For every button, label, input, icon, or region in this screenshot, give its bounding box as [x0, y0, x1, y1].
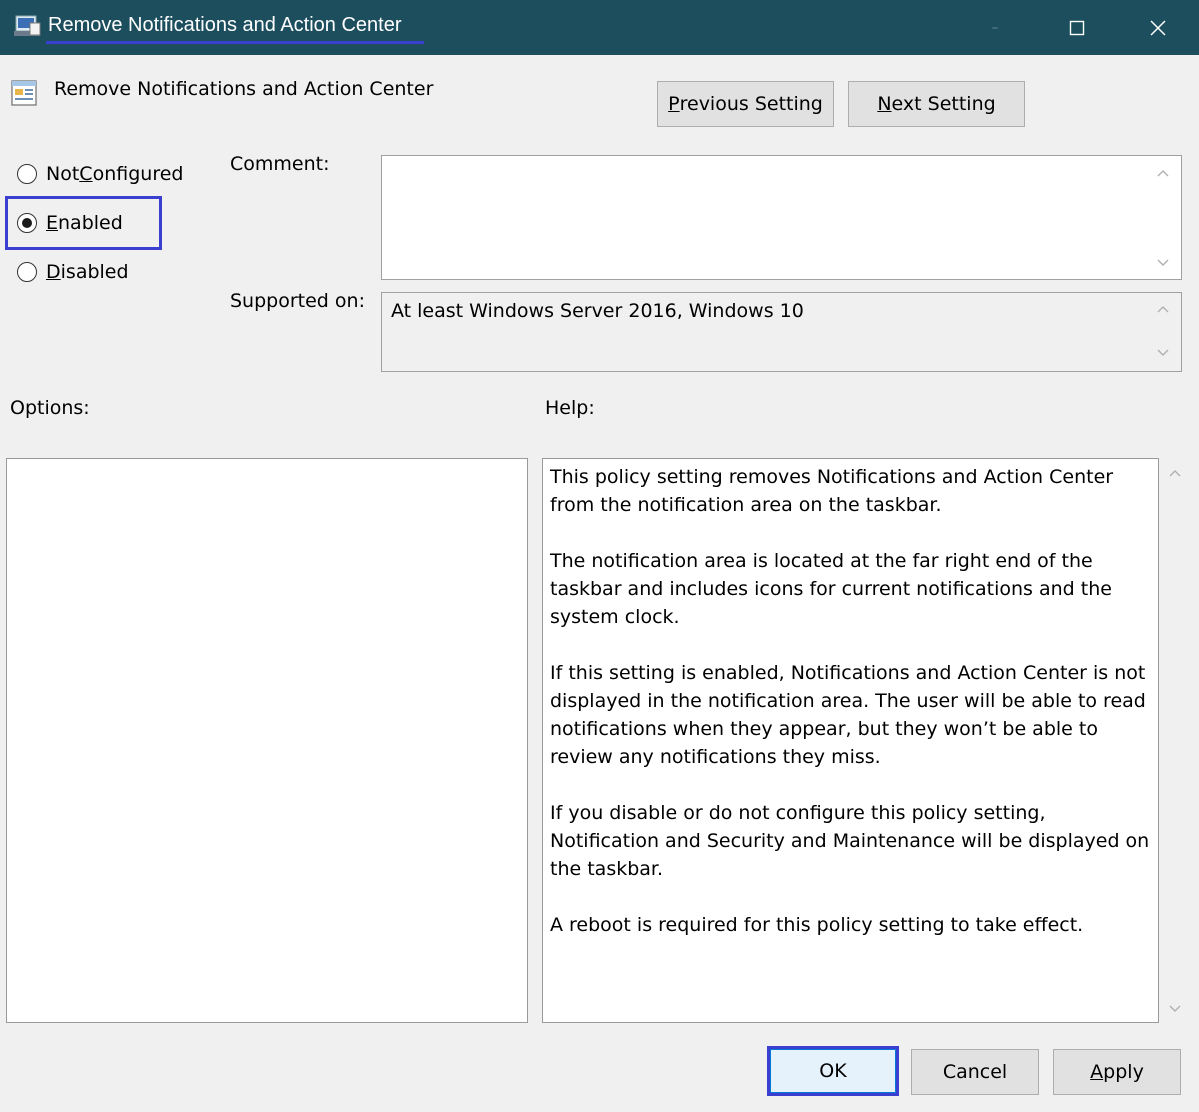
setting-name: Remove Notifications and Action Center: [54, 78, 434, 100]
comment-label: Comment:: [230, 153, 330, 175]
radio-label-rest: nabled: [58, 212, 123, 234]
previous-setting-accel: P: [668, 93, 680, 115]
group-policy-app-icon: [14, 15, 41, 36]
maximize-button[interactable]: [1037, 0, 1117, 55]
radio-circle[interactable]: [17, 213, 37, 233]
radio-accel: D: [46, 261, 61, 283]
options-panel: [6, 458, 528, 1023]
supported-on-value: At least Windows Server 2016, Windows 10: [391, 300, 804, 322]
help-paragraph: The notification area is located at the …: [550, 550, 1112, 628]
close-button[interactable]: [1118, 0, 1198, 55]
apply-accel: A: [1090, 1061, 1104, 1083]
radio-selected-dot: [22, 218, 32, 228]
help-paragraph: A reboot is required for this policy set…: [550, 914, 1084, 936]
radio-circle[interactable]: [17, 164, 37, 184]
scroll-down-icon[interactable]: [1155, 254, 1171, 270]
radio-not-configured[interactable]: Not Configured: [17, 159, 183, 189]
cancel-button[interactable]: Cancel: [911, 1049, 1039, 1095]
comment-textarea[interactable]: [381, 155, 1182, 280]
apply-button[interactable]: Apply: [1053, 1049, 1181, 1095]
minimize-button[interactable]: –: [955, 0, 1035, 55]
next-setting-button[interactable]: Next Setting: [848, 81, 1025, 127]
options-label: Options:: [10, 397, 90, 419]
help-label: Help:: [545, 397, 595, 419]
radio-label: Not: [46, 163, 80, 185]
apply-label: pply: [1103, 1061, 1144, 1083]
radio-enabled[interactable]: Enabled: [17, 208, 123, 238]
radio-circle[interactable]: [17, 262, 37, 282]
help-paragraph: This policy setting removes Notification…: [550, 466, 1114, 516]
policy-setting-icon: [11, 80, 37, 106]
maximize-icon: [1069, 20, 1085, 35]
cancel-label: Cancel: [942, 1061, 1008, 1083]
help-paragraph: If this setting is enabled, Notification…: [550, 662, 1146, 768]
scroll-up-icon[interactable]: [1167, 466, 1183, 482]
title-highlight-underline: [46, 41, 424, 44]
scroll-down-icon[interactable]: [1155, 344, 1171, 360]
radio-label-rest: isabled: [60, 261, 129, 283]
window-title: Remove Notifications and Action Center: [48, 14, 402, 36]
radio-disabled[interactable]: Disabled: [17, 257, 129, 287]
next-setting-label: ext Setting: [891, 93, 996, 115]
radio-accel: E: [46, 212, 59, 234]
next-setting-accel: N: [877, 93, 892, 115]
radio-accel: C: [79, 163, 93, 185]
scroll-up-icon[interactable]: [1155, 166, 1171, 182]
supported-on-label: Supported on:: [230, 290, 365, 312]
close-icon: [1150, 19, 1166, 36]
ok-highlight-box: [767, 1046, 899, 1096]
scroll-up-icon[interactable]: [1155, 302, 1171, 318]
scroll-down-icon[interactable]: [1167, 1000, 1183, 1016]
minimize-icon: –: [991, 19, 999, 36]
previous-setting-button[interactable]: Previous Setting: [657, 81, 834, 127]
radio-label-rest: onfigured: [92, 163, 184, 185]
previous-setting-label: revious Setting: [679, 93, 823, 115]
help-paragraph: If you disable or do not configure this …: [550, 802, 1150, 880]
help-text: This policy setting removes Notification…: [550, 463, 1150, 967]
